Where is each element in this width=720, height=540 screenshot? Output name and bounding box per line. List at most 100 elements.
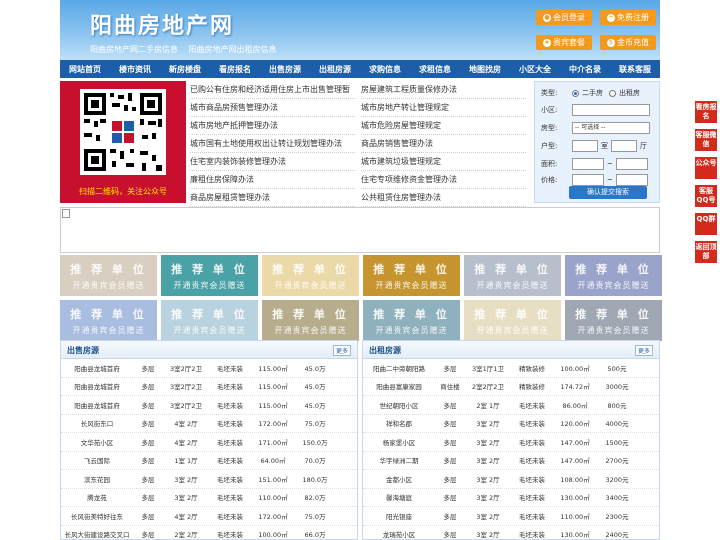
- site-logo[interactable]: 阳曲房地产网: [90, 8, 234, 40]
- table-row[interactable]: 馨海塘庭 多层 3室 2厅 毛坯未装 130.00㎡ 3400元: [363, 489, 659, 507]
- search-submit-button[interactable]: 确认提交搜索: [569, 186, 647, 199]
- area-min-input[interactable]: [572, 158, 604, 170]
- recommended-unit-tile[interactable]: 推 荐 单 位开通贵宾会员赠送: [464, 255, 561, 296]
- area-max-input[interactable]: [615, 158, 648, 170]
- nav-map-search[interactable]: 地图找房: [460, 64, 510, 75]
- policy-link[interactable]: 住宅专项维修资金管理办法: [361, 171, 526, 189]
- recommended-unit-tile[interactable]: 推 荐 单 位开通贵宾会员赠送: [565, 300, 662, 341]
- price-min-input[interactable]: [572, 174, 604, 186]
- recommended-unit-tile[interactable]: 推 荐 单 位开通贵宾会员赠送: [565, 255, 662, 296]
- policy-link[interactable]: 城市建筑垃圾管理规定: [361, 153, 526, 171]
- nav-news[interactable]: 楼市资讯: [110, 64, 160, 75]
- sublink-sale[interactable]: 阳曲房地产网二手房信息: [90, 45, 178, 54]
- table-cell: 3室2厅2卫: [170, 364, 202, 373]
- nav-for-sale[interactable]: 出售房源: [260, 64, 310, 75]
- nav-agencies[interactable]: 中介名录: [560, 64, 610, 75]
- coin-recharge-button[interactable]: $ 金币充值: [600, 35, 656, 50]
- policy-link[interactable]: 商品房销售管理办法: [361, 135, 526, 153]
- recommended-unit-tile[interactable]: 推 荐 单 位开通贵宾会员赠送: [363, 255, 460, 296]
- table-row[interactable]: 祥和名郡 多层 3室 2厅 毛坯未装 120.00㎡ 4000元: [363, 415, 659, 433]
- register-button[interactable]: + 免费注册: [600, 10, 656, 25]
- sidebar-button[interactable]: QQ群: [695, 213, 717, 235]
- price-max-input[interactable]: [615, 174, 648, 186]
- table-row[interactable]: 长风街东口 多层 4室 2厅 毛坯未装 172.00㎡ 75.0万: [61, 415, 357, 433]
- table-row[interactable]: 长风大街建设路交叉口 多层 2室 2厅 毛坯未装 100.00㎡ 66.0万: [61, 526, 357, 539]
- nav-wanted-buy[interactable]: 求购信息: [360, 64, 410, 75]
- nav-communities[interactable]: 小区大全: [510, 64, 560, 75]
- broken-image-icon: [62, 209, 70, 218]
- table-row[interactable]: 滨东花园 多层 3室 2厅 毛坯未装 151.00㎡ 180.0万: [61, 470, 357, 489]
- policy-link[interactable]: 城市国有土地使用权出让转让规划管理办法: [190, 135, 355, 153]
- table-row[interactable]: 华宇绿洲二期 多层 3室 2厅 毛坯未装 147.00㎡ 2700元: [363, 452, 659, 470]
- sale-more-button[interactable]: 更多: [332, 345, 351, 356]
- ad-banner[interactable]: [60, 207, 660, 253]
- nav-new-homes[interactable]: 新房楼盘: [160, 64, 210, 75]
- table-row[interactable]: 飞云国际 多层 1室 1厅 毛坯未装 64.00㎡ 70.0万: [61, 452, 357, 470]
- policy-link[interactable]: 城市商品房预售管理办法: [190, 99, 355, 117]
- policy-link[interactable]: 已购公有住房和经济适用住房上市出售管理暂: [190, 81, 355, 99]
- policy-link[interactable]: 公共租赁住房管理办法: [361, 189, 526, 207]
- nav-home[interactable]: 网站首页: [60, 64, 110, 75]
- vip-package-button[interactable]: ★ 贵宾套餐: [536, 35, 592, 50]
- table-row[interactable]: 阳曲县龙城首府 多层 3室2厅2卫 毛坯未装 115.00㎡ 45.0万: [61, 396, 357, 415]
- nav-wanted-rent[interactable]: 求租信息: [410, 64, 460, 75]
- table-row[interactable]: 阳曲二中旁朝阳路 多层 3室1厅1卫 精致装修 100.00㎡ 500元: [363, 359, 659, 378]
- table-cell: 2室2厅2卫: [472, 383, 504, 392]
- table-cell: 多层: [141, 364, 155, 373]
- tile-subtitle: 开通贵宾会员赠送: [375, 281, 448, 290]
- table-cell: 毛坯未装: [217, 438, 243, 447]
- policy-link[interactable]: 商品房屋租赁管理办法: [190, 189, 355, 207]
- recommended-unit-tile[interactable]: 推 荐 单 位开通贵宾会员赠送: [464, 300, 561, 341]
- rent-more-button[interactable]: 更多: [634, 345, 653, 356]
- recommended-unit-tile[interactable]: 推 荐 单 位开通贵宾会员赠送: [60, 300, 157, 341]
- table-row[interactable]: 长风街美特好往东 多层 4室 2厅 毛坯未装 172.00㎡ 75.0万: [61, 507, 357, 526]
- house-type-select[interactable]: -- 可选择 --: [572, 122, 650, 134]
- table-cell: 150.0万: [302, 438, 328, 447]
- recommended-unit-tile[interactable]: 推 荐 单 位开通贵宾会员赠送: [262, 255, 359, 296]
- sidebar-button[interactable]: 公众号: [695, 157, 717, 179]
- table-cell: 多层: [141, 457, 155, 466]
- table-row[interactable]: 阳曲县龙城首府 多层 3室2厅2卫 毛坯未装 115.00㎡ 45.0万: [61, 359, 357, 378]
- recommended-unit-tile[interactable]: 推 荐 单 位开通贵宾会员赠送: [161, 255, 258, 296]
- table-cell: 龙瑞苑小区: [382, 531, 416, 540]
- qr-code: [80, 89, 166, 175]
- sidebar-button[interactable]: 客服QQ号: [695, 185, 717, 207]
- nav-for-rent[interactable]: 出租房源: [310, 64, 360, 75]
- sidebar-button[interactable]: 客服微信: [695, 129, 717, 151]
- table-row[interactable]: 阳曲县龙城首府 多层 3室2厅2卫 毛坯未装 115.00㎡ 45.0万: [61, 378, 357, 396]
- policy-link[interactable]: 房屋建筑工程质量保修办法: [361, 81, 526, 99]
- community-input[interactable]: [572, 104, 650, 116]
- table-row[interactable]: 腾龙苑 多层 3室 2厅 毛坯未装 110.00㎡ 82.0万: [61, 489, 357, 507]
- sublink-rent[interactable]: 阳曲房地产网出租房信息: [189, 45, 277, 54]
- table-row[interactable]: 龙瑞苑小区 多层 3室 2厅 毛坯未装 130.00㎡ 2400元: [363, 526, 659, 540]
- radio-sale[interactable]: [572, 89, 579, 97]
- radio-rent[interactable]: [609, 89, 616, 97]
- policy-link[interactable]: 城市房地产抵押管理办法: [190, 117, 355, 135]
- policy-link[interactable]: 城市危险房屋管理规定: [361, 117, 526, 135]
- sidebar-button[interactable]: 返回顶部: [695, 241, 717, 263]
- hall-select[interactable]: [611, 140, 637, 152]
- table-cell: 毛坯未装: [217, 383, 243, 392]
- policy-link[interactable]: 廉租住房保障办法: [190, 171, 355, 189]
- nav-viewing-signup[interactable]: 看房报名: [210, 64, 260, 75]
- recommended-unit-tile[interactable]: 推 荐 单 位开通贵宾会员赠送: [262, 300, 359, 341]
- table-cell: 147.00㎡: [560, 438, 590, 447]
- table-row[interactable]: 世纪朝阳小区 多层 2室 1厅 毛坯未装 86.00㎡ 800元: [363, 396, 659, 415]
- radio-sale-label: 二手房: [582, 89, 603, 97]
- policy-link[interactable]: 住宅室内装饰装修管理办法: [190, 153, 355, 171]
- policy-link[interactable]: 城市房地产转让管理规定: [361, 99, 526, 117]
- recommended-unit-tile[interactable]: 推 荐 单 位开通贵宾会员赠送: [161, 300, 258, 341]
- table-row[interactable]: 文华苑小区 多层 4室 2厅 毛坯未装 171.00㎡ 150.0万: [61, 433, 357, 452]
- recommended-unit-tile[interactable]: 推 荐 单 位开通贵宾会员赠送: [363, 300, 460, 341]
- table-row[interactable]: 金都小区 多层 3室 2厅 毛坯未装 108.00㎡ 3200元: [363, 470, 659, 489]
- recommended-unit-tile[interactable]: 推 荐 单 位开通贵宾会员赠送: [60, 255, 157, 296]
- table-row[interactable]: 阳光银座 多层 3室 2厅 毛坯未装 110.00㎡ 2300元: [363, 507, 659, 526]
- table-cell: 多层: [443, 420, 457, 429]
- search-panel: 类型: 二手房 出租房 小区: 房型: -- 可选择 -- 户型: 室 厅 面积…: [534, 81, 660, 203]
- table-row[interactable]: 杨家堡小区 多层 3室 2厅 毛坯未装 147.00㎡ 1500元: [363, 433, 659, 452]
- nav-contact[interactable]: 联系客服: [610, 64, 660, 75]
- table-row[interactable]: 阳曲县富康家园 商住楼 2室2厅2卫 精致装修 174.72㎡ 3000元: [363, 378, 659, 396]
- sidebar-button[interactable]: 看房报名: [695, 101, 717, 123]
- login-button[interactable]: ● 会员登录: [536, 10, 592, 25]
- room-select[interactable]: [572, 140, 598, 152]
